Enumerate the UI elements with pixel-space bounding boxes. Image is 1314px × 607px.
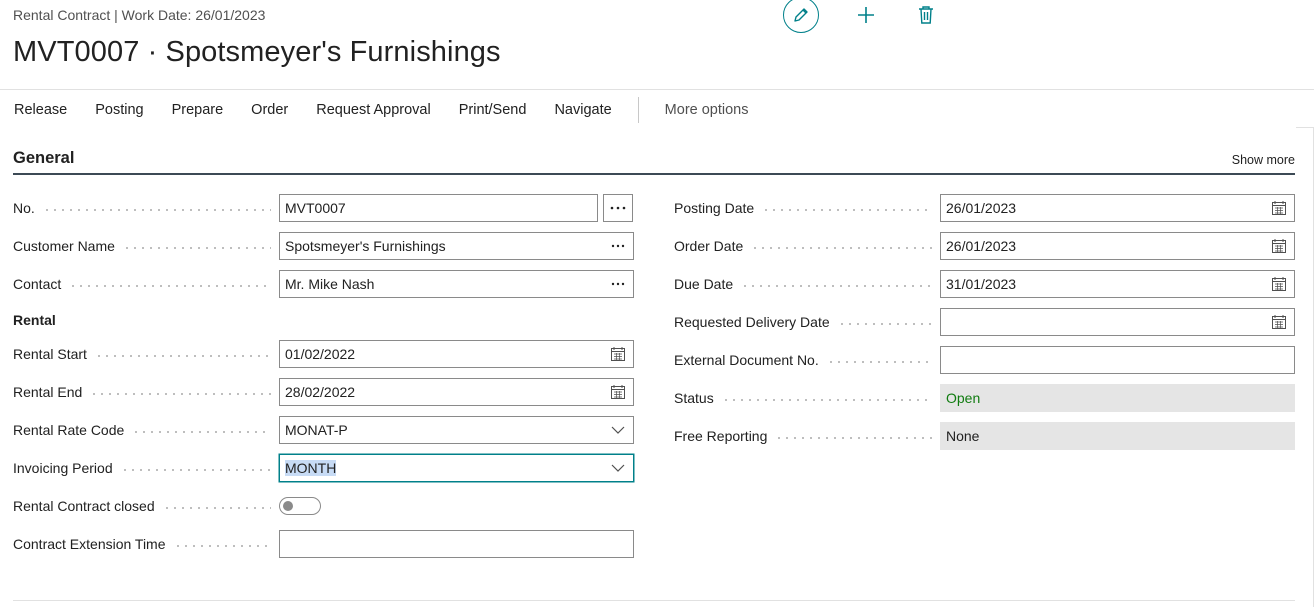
field-label: Rental Rate Code xyxy=(13,422,279,438)
field-label: No. xyxy=(13,200,279,216)
calendar-icon[interactable] xyxy=(1269,312,1289,332)
field-row-rental-start: Rental Start 01/02/2022 xyxy=(13,340,634,368)
field-row-customer-name: Customer Name Spotsmeyer's Furnishings xyxy=(13,232,634,260)
section-title-general[interactable]: General xyxy=(13,149,74,168)
due-date-field[interactable]: 31/01/2023 xyxy=(940,270,1295,298)
field-label: Due Date xyxy=(674,276,940,292)
calendar-icon[interactable] xyxy=(1269,274,1289,294)
header-divider xyxy=(0,89,1314,90)
calendar-icon[interactable] xyxy=(608,382,628,402)
action-bar: Release Posting Prepare Order Request Ap… xyxy=(0,94,763,126)
ellipsis-icon[interactable] xyxy=(608,236,628,256)
field-row-requested-delivery-date: Requested Delivery Date xyxy=(674,308,1295,336)
field-row-invoicing-period: Invoicing Period MONTH xyxy=(13,454,634,482)
field-row-status: Status Open xyxy=(674,384,1295,412)
action-prepare[interactable]: Prepare xyxy=(158,102,238,118)
field-row-no: No. MVT0007 xyxy=(13,194,598,222)
chevron-down-icon[interactable] xyxy=(608,458,628,478)
field-row-external-document-no: External Document No. xyxy=(674,346,1295,374)
action-order[interactable]: Order xyxy=(237,102,302,118)
selected-text: MONTH xyxy=(285,460,337,476)
action-request-approval[interactable]: Request Approval xyxy=(302,102,444,118)
contact-field[interactable]: Mr. Mike Nash xyxy=(279,270,634,298)
frame-line xyxy=(1296,127,1314,128)
contract-closed-toggle[interactable] xyxy=(279,497,321,515)
field-row-posting-date: Posting Date 26/01/2023 xyxy=(674,194,1295,222)
field-row-rental-rate-code: Rental Rate Code MONAT-P xyxy=(13,416,634,444)
status-badge: Open xyxy=(946,390,981,406)
posting-date-field[interactable]: 26/01/2023 xyxy=(940,194,1295,222)
requested-delivery-date-field[interactable] xyxy=(940,308,1295,336)
external-document-no-field[interactable] xyxy=(940,346,1295,374)
rental-rate-code-select[interactable]: MONAT-P xyxy=(279,416,634,444)
group-heading-rental: Rental xyxy=(13,312,56,328)
calendar-icon[interactable] xyxy=(1269,236,1289,256)
order-date-field[interactable]: 26/01/2023 xyxy=(940,232,1295,260)
section-divider xyxy=(13,173,1295,175)
show-more-link[interactable]: Show more xyxy=(1232,153,1295,167)
no-lookup-button[interactable] xyxy=(603,194,633,222)
no-field[interactable]: MVT0007 xyxy=(279,194,598,222)
action-posting[interactable]: Posting xyxy=(81,102,157,118)
field-label: Invoicing Period xyxy=(13,460,279,476)
field-label: Customer Name xyxy=(13,238,279,254)
invoicing-period-select[interactable]: MONTH xyxy=(279,454,634,482)
ellipsis-icon[interactable] xyxy=(608,274,628,294)
field-label: Rental Start xyxy=(13,346,279,362)
section-bottom-divider xyxy=(13,600,1295,601)
extension-time-field[interactable] xyxy=(279,530,634,558)
field-label: External Document No. xyxy=(674,352,940,368)
field-row-free-reporting: Free Reporting None xyxy=(674,422,1295,450)
field-row-order-date: Order Date 26/01/2023 xyxy=(674,232,1295,260)
field-label: Free Reporting xyxy=(674,428,940,444)
field-label: Rental End xyxy=(13,384,279,400)
field-label: Posting Date xyxy=(674,200,940,216)
breadcrumb: Rental Contract | Work Date: 26/01/2023 xyxy=(13,7,266,23)
rental-start-field[interactable]: 01/02/2022 xyxy=(279,340,634,368)
plus-icon[interactable] xyxy=(855,4,877,26)
customer-name-field[interactable]: Spotsmeyer's Furnishings xyxy=(279,232,634,260)
field-label: Contract Extension Time xyxy=(13,536,279,552)
free-reporting-field: None xyxy=(940,422,1295,450)
pencil-icon xyxy=(794,8,808,22)
chevron-down-icon[interactable] xyxy=(608,420,628,440)
more-options-button[interactable]: More options xyxy=(651,102,763,118)
field-label: Status xyxy=(674,390,940,406)
action-separator xyxy=(637,97,639,123)
field-row-extension-time: Contract Extension Time xyxy=(13,530,634,558)
calendar-icon[interactable] xyxy=(1269,198,1289,218)
rental-end-field[interactable]: 28/02/2022 xyxy=(279,378,634,406)
edit-button[interactable] xyxy=(783,0,819,33)
field-row-due-date: Due Date 31/01/2023 xyxy=(674,270,1295,298)
trash-icon[interactable] xyxy=(917,4,935,26)
page-title: MVT0007 · Spotsmeyer's Furnishings xyxy=(13,36,501,68)
field-label: Requested Delivery Date xyxy=(674,314,940,330)
action-release[interactable]: Release xyxy=(0,102,81,118)
status-field: Open xyxy=(940,384,1295,412)
field-label: Contact xyxy=(13,276,279,292)
ellipsis-icon xyxy=(610,206,626,210)
field-label: Rental Contract closed xyxy=(13,498,279,514)
header-actions xyxy=(783,0,953,34)
action-print-send[interactable]: Print/Send xyxy=(445,102,541,118)
toggle-knob xyxy=(283,501,293,511)
field-row-contact: Contact Mr. Mike Nash xyxy=(13,270,634,298)
action-navigate[interactable]: Navigate xyxy=(540,102,625,118)
field-row-contract-closed: Rental Contract closed xyxy=(13,492,321,520)
calendar-icon[interactable] xyxy=(608,344,628,364)
field-row-rental-end: Rental End 28/02/2022 xyxy=(13,378,634,406)
field-label: Order Date xyxy=(674,238,940,254)
